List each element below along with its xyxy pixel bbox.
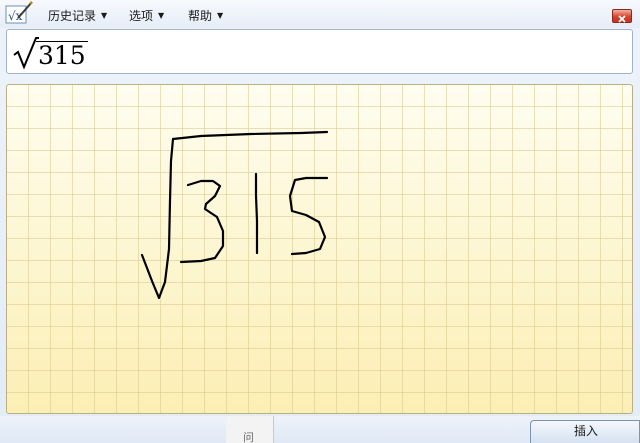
math-input-panel-window: √x 历史记录 ▼ 选项 ▼ 帮助 ▼ 315 问 插入: [0, 0, 640, 443]
handwriting-pad[interactable]: [6, 84, 633, 414]
chevron-down-icon: ▼: [217, 11, 224, 20]
close-icon: [618, 15, 626, 23]
ink-digit-5-stroke: [288, 176, 329, 256]
close-button[interactable]: [612, 9, 632, 23]
ink-radical-stroke: [140, 130, 329, 300]
menu-bar: √x 历史记录 ▼ 选项 ▼ 帮助 ▼: [0, 0, 640, 28]
menu-history-label: 历史记录: [48, 9, 97, 23]
math-input-pen-icon: √x: [5, 1, 33, 24]
menu-options-label: 选项: [129, 9, 154, 23]
menu-options[interactable]: 选项 ▼: [129, 7, 164, 24]
ink-digit-3-stroke: [179, 179, 225, 264]
ink-digit-1-stroke: [254, 172, 259, 255]
chevron-down-icon: ▼: [158, 11, 165, 20]
preview-radicand: 315: [36, 41, 88, 70]
menu-help-label: 帮助: [188, 9, 213, 23]
chevron-down-icon: ▼: [101, 11, 108, 20]
menu-history[interactable]: 历史记录 ▼: [48, 7, 107, 24]
recognition-preview[interactable]: 315: [6, 29, 633, 74]
background-text: 问: [243, 431, 254, 443]
menu-help[interactable]: 帮助 ▼: [188, 7, 223, 24]
ink-strokes: [140, 130, 329, 300]
insert-button[interactable]: 插入: [530, 420, 640, 443]
